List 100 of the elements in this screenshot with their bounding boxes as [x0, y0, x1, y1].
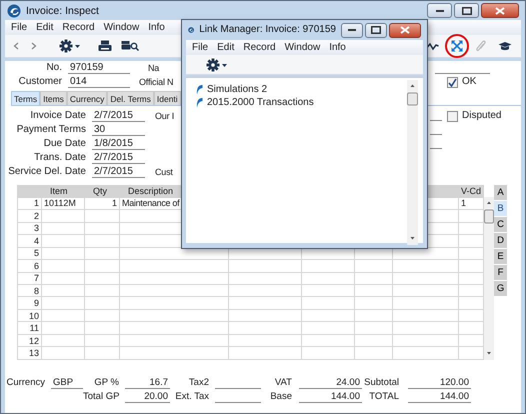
- text-field[interactable]: 20.00: [125, 391, 170, 403]
- field-label: Total GP: [83, 391, 119, 403]
- maximize-icon: [462, 6, 472, 14]
- table-cell: 5: [34, 248, 39, 258]
- text-field[interactable]: 014: [68, 76, 130, 88]
- link-icon: [196, 84, 203, 95]
- text-field[interactable]: 2/7/2015: [92, 152, 145, 164]
- table-cell: 2: [34, 210, 39, 221]
- checkbox-label: Disputed: [462, 110, 502, 122]
- table-cell: 10112M: [44, 198, 76, 208]
- side-tab[interactable]: G: [494, 281, 508, 296]
- maximize-icon: [371, 26, 381, 34]
- side-tab[interactable]: B: [494, 201, 508, 216]
- table-cell: 11: [30, 323, 39, 334]
- menu-item[interactable]: Window: [104, 22, 140, 34]
- text-field[interactable]: 970159: [68, 62, 130, 74]
- field-label: Payment Terms: [16, 124, 86, 136]
- text-field[interactable]: 2/7/2015: [92, 166, 145, 178]
- field-label: Currency: [5, 377, 45, 389]
- side-tab[interactable]: F: [494, 265, 508, 280]
- menu-item[interactable]: Record: [243, 42, 276, 54]
- text-field[interactable]: 144.00: [299, 391, 362, 403]
- text-field[interactable]: 144.00: [408, 391, 471, 403]
- text-field[interactable]: GBP: [51, 377, 83, 389]
- table-cell: 12: [28, 336, 39, 346]
- back-icon[interactable]: [13, 42, 19, 50]
- column-header: V-Cd: [461, 186, 482, 196]
- window-title: Link Manager: Invoice: 970159: [199, 24, 336, 36]
- field-label: Trans. Date: [33, 152, 86, 164]
- field-label: Subtotal: [363, 377, 399, 389]
- expand-arrows-icon: [451, 40, 463, 52]
- minimize-button[interactable]: [341, 22, 363, 38]
- forward-icon[interactable]: [31, 42, 37, 50]
- field-label: Ext. Tax: [174, 391, 209, 403]
- side-tab[interactable]: C: [494, 217, 508, 232]
- field-label: Base: [269, 391, 292, 403]
- column-header: Description: [128, 186, 174, 196]
- link-icon: [196, 97, 203, 108]
- minimize-icon: [348, 29, 356, 31]
- field-label: Cust: [155, 166, 173, 178]
- menu-item[interactable]: File: [192, 42, 208, 54]
- line-chart-icon: [427, 41, 439, 51]
- maximize-button[interactable]: [454, 3, 479, 18]
- menu-item[interactable]: Info: [329, 42, 346, 54]
- list-item[interactable]: 2015.2000 Transactions: [207, 96, 314, 108]
- menu-item[interactable]: Record: [62, 22, 95, 34]
- minimize-icon: [436, 10, 444, 12]
- field-label: Customer: [18, 76, 62, 88]
- printer-icon[interactable]: [98, 40, 112, 52]
- column-header: Qty: [93, 186, 108, 196]
- app-logo-icon: [7, 4, 21, 18]
- expand-button[interactable]: [445, 34, 469, 58]
- maximize-button[interactable]: [365, 22, 387, 38]
- field-label: Official N: [139, 76, 174, 88]
- list-item[interactable]: Simulations 2: [207, 84, 268, 96]
- side-tab[interactable]: D: [494, 233, 508, 248]
- text-field[interactable]: 2/7/2015: [92, 110, 145, 122]
- side-tab[interactable]: E: [494, 249, 508, 264]
- tab[interactable]: Currency: [66, 91, 108, 105]
- table-cell: 1: [112, 198, 117, 208]
- column-header: Item: [50, 186, 68, 196]
- table-cell: 6: [34, 260, 39, 271]
- field-label: VAT: [274, 377, 292, 389]
- table-cell: 9: [34, 298, 39, 308]
- scrollbar[interactable]: [484, 197, 494, 360]
- close-button[interactable]: [481, 3, 519, 18]
- text-field[interactable]: 30: [92, 124, 145, 136]
- menu-item[interactable]: Info: [148, 22, 165, 34]
- table-cell: 3: [34, 223, 39, 234]
- window-title: Invoice: Inspect: [26, 4, 99, 16]
- side-tab[interactable]: A: [494, 185, 508, 200]
- text-field[interactable]: 16.7: [125, 377, 170, 389]
- menu-item[interactable]: Window: [284, 42, 320, 54]
- tab[interactable]: Terms: [11, 91, 40, 105]
- minimize-button[interactable]: [427, 3, 452, 18]
- text-field[interactable]: 120.00: [408, 377, 471, 389]
- settings-icon[interactable]: [59, 39, 81, 53]
- tab[interactable]: Del. Terms: [107, 91, 154, 105]
- close-icon: [495, 6, 505, 14]
- menu-item[interactable]: File: [11, 22, 28, 34]
- tab[interactable]: Items: [40, 91, 67, 105]
- checkbox[interactable]: [447, 76, 458, 88]
- mortarboard-icon: [498, 41, 512, 51]
- paperclip-icon: [476, 40, 486, 52]
- field-label: Invoice Date: [29, 110, 86, 122]
- close-button[interactable]: [389, 22, 421, 38]
- field-label: Tax2: [188, 377, 209, 389]
- menu-item[interactable]: Edit: [217, 42, 234, 54]
- field-label: Na: [148, 62, 160, 74]
- tab[interactable]: Identi: [154, 91, 181, 105]
- text-field[interactable]: 24.00: [299, 377, 362, 389]
- field-label: Due Date: [42, 138, 86, 150]
- close-icon: [400, 26, 410, 34]
- checkbox[interactable]: [447, 110, 458, 122]
- checkbox-label: OK: [462, 76, 476, 88]
- menu-item[interactable]: Edit: [36, 22, 54, 34]
- scrollbar[interactable]: [407, 80, 418, 245]
- text-field[interactable]: 1/8/2015: [92, 138, 145, 150]
- print-preview-icon[interactable]: [121, 40, 139, 52]
- settings-icon[interactable]: [206, 58, 228, 72]
